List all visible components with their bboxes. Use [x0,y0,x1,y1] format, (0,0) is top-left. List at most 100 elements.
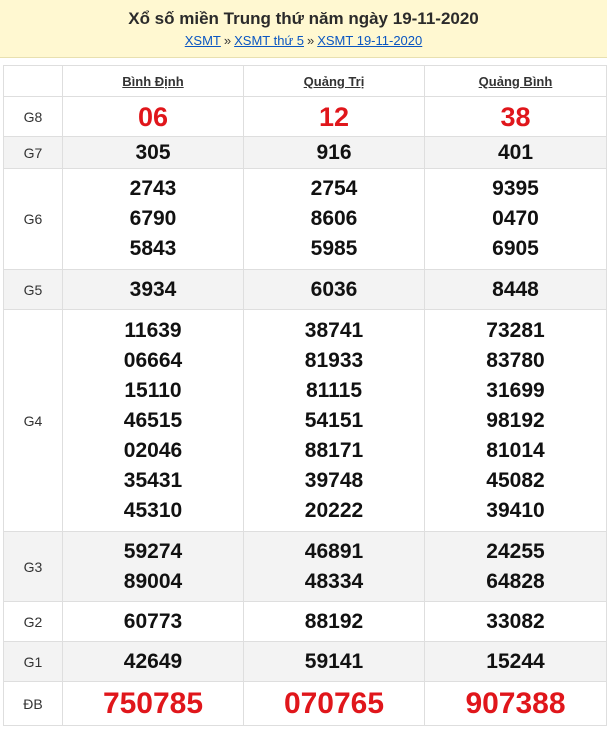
prize-number: 83780 [486,348,545,372]
prize-number: 60773 [123,609,183,633]
prize-cell: 73281 83780 31699 98192 81014 45082 39410 [424,309,607,532]
prize-cell: 070765 [243,681,425,726]
prize-cell: 401 [424,136,607,169]
prize-cell: 3934 [62,269,244,310]
prize-number: 5843 [129,237,177,260]
prize-number: 15110 [124,378,182,402]
prize-number: 59274 [123,539,183,563]
prize-cell: 88192 [243,601,425,642]
prize-number: 81115 [305,378,363,402]
prize-number: 73281 [486,318,545,342]
breadcrumb-xsmt-thu5-link[interactable]: XSMT thứ 5 [234,33,304,48]
prize-cell: 59274 89004 [62,531,244,602]
prize-cell: 38 [424,96,607,137]
prize-number: 88192 [304,609,364,633]
prize-number: 45082 [486,468,545,492]
prize-label: ĐB [3,681,63,726]
province-header[interactable]: Bình Định [62,65,244,97]
prize-label: G4 [3,309,63,532]
prize-cell: 59141 [243,641,425,682]
prize-cell: 11639 06664 15110 46515 02046 35431 45310 [62,309,244,532]
prize-cell: 60773 [62,601,244,642]
province-link[interactable]: Quảng Bình [479,74,553,89]
prize-cell: 750785 [62,681,244,726]
prize-cell: 2754 8606 5985 [243,168,425,270]
prize-number: 8606 [310,207,358,230]
prize-cell: 9395 0470 6905 [424,168,607,270]
prize-number: 06 [137,101,169,132]
prize-number: 401 [497,140,534,164]
prize-label: G8 [3,96,63,137]
prize-number: 15244 [486,649,545,673]
prize-cell: 8448 [424,269,607,310]
prize-number: 6790 [129,207,177,230]
prize-number: 64828 [486,569,545,593]
prize-cell: 06 [62,96,244,137]
province-link[interactable]: Bình Định [122,74,183,89]
prize-number: 42649 [123,649,183,673]
prize-number: 06664 [123,348,183,372]
prize-cell: 38741 81933 81115 54151 88171 39748 20222 [243,309,425,532]
province-header[interactable]: Quảng Bình [424,65,607,97]
prize-number: 02046 [123,438,183,462]
prize-number: 98192 [486,408,545,432]
prize-row: G1 42649 59141 15244 [3,641,607,682]
prize-number: 8448 [492,277,539,301]
prize-number: 070765 [283,686,385,720]
breadcrumb-xsmt-link[interactable]: XSMT [185,33,221,48]
prize-cell: 916 [243,136,425,169]
prize-cell: 33082 [424,601,607,642]
prize-number: 46891 [304,539,364,563]
prize-label: G7 [3,136,63,169]
prize-number: 59141 [304,649,364,673]
prize-number: 35431 [123,468,183,492]
prize-number: 5985 [310,237,358,260]
prize-label: G3 [3,531,63,602]
breadcrumb-separator: » [223,33,232,48]
prize-number: 89004 [123,569,183,593]
prize-row: G8 06 12 38 [3,96,607,137]
prize-number: 3934 [129,277,177,301]
prize-number: 2743 [129,177,177,200]
prize-number: 38741 [304,318,364,342]
prize-label: G5 [3,269,63,310]
prize-number: 31699 [486,378,545,402]
prize-number: 81014 [486,438,545,462]
prize-number: 81933 [304,348,364,372]
results-table: Bình Định Quảng Trị Quảng Bình G8 06 12 38 G… [3,65,607,726]
prize-column-header [3,65,63,97]
prize-number: 12 [318,101,350,132]
prize-label: G2 [3,601,63,642]
prize-number: 39748 [304,468,364,492]
province-link[interactable]: Quảng Trị [304,74,365,89]
prize-number: 6036 [310,277,358,301]
breadcrumb-date-link[interactable]: XSMT 19-11-2020 [317,33,422,48]
breadcrumb: XSMT» XSMT thứ 5» XSMT 19-11-2020 [0,32,607,50]
prize-cell: 305 [62,136,244,169]
prize-cell: 12 [243,96,425,137]
prize-cell: 6036 [243,269,425,310]
prize-number: 2754 [310,177,358,200]
prize-cell: 15244 [424,641,607,682]
prize-cell: 2743 6790 5843 [62,168,244,270]
breadcrumb-separator: » [306,33,315,48]
prize-row: G2 60773 88192 33082 [3,601,607,642]
prize-number: 46515 [123,408,183,432]
page-header: Xổ số miền Trung thứ năm ngày 19-11-2020… [0,0,607,58]
prize-number: 0470 [492,207,539,230]
prize-number: 48334 [304,569,364,593]
prize-row: G5 3934 6036 8448 [3,269,607,310]
prize-number: 6905 [492,237,539,260]
prize-number: 11639 [124,318,182,342]
prize-number: 24255 [486,539,545,563]
prize-cell: 42649 [62,641,244,682]
prize-number: 907388 [465,686,566,720]
prize-row: G6 2743 6790 5843 2754 8606 5985 9395 0470 6905 [3,168,607,270]
prize-number: 45310 [123,498,183,522]
prize-cell: 46891 48334 [243,531,425,602]
province-header[interactable]: Quảng Trị [243,65,425,97]
prize-row: G7 305 916 401 [3,136,607,169]
table-header-row: Bình Định Quảng Trị Quảng Bình [3,65,607,97]
prize-row: G4 11639 06664 15110 46515 02046 35431 45310 387… [3,309,607,532]
prize-number: 750785 [102,686,204,720]
